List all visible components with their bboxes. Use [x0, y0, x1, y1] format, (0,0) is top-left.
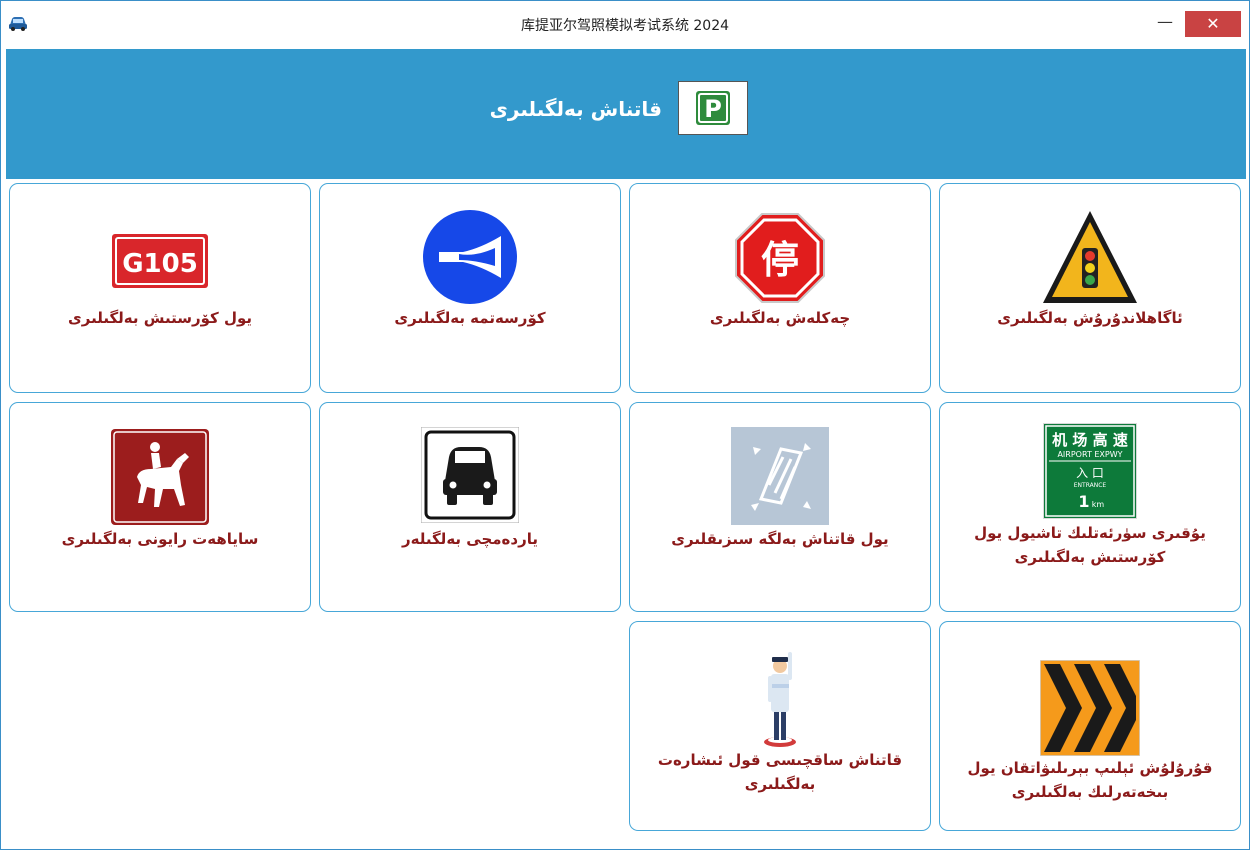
- category-label: ئاگاھلاندۇرۇش بەلگىلىرى: [997, 309, 1183, 327]
- road-marking-icon: [731, 427, 829, 525]
- category-card-construction[interactable]: قۇرۇلۇش ئېلىپ بېرىلىۋاتقان يول بىخەتەرلى…: [939, 621, 1241, 831]
- category-card-instruction[interactable]: كۆرسەتمە بەلگىلىرى: [319, 183, 621, 393]
- category-label: يول كۆرستىش بەلگىلىرى: [68, 309, 252, 327]
- stop-sign-icon: 停: [735, 213, 825, 303]
- category-card-road-marking[interactable]: يول قاتناش بەلگە سىزىقلىرى: [629, 402, 931, 612]
- traffic-light-warning-icon: [1043, 211, 1137, 303]
- horn-sign-icon: [423, 210, 517, 304]
- category-card-guide[interactable]: G105 يول كۆرستىش بەلگىلىرى: [9, 183, 311, 393]
- category-label: چەكلەش بەلگىلىرى: [709, 309, 851, 327]
- header-banner: قاتناش بەلگىلىرى P: [6, 49, 1246, 179]
- entrance-en-label: ENTRANCE: [1074, 482, 1107, 489]
- horse-riding-sign-icon: [111, 429, 209, 525]
- parking-letter: P: [704, 95, 722, 123]
- title-bar: 库提亚尔驾照模拟考试系统 2024 — ✕: [1, 1, 1249, 47]
- minimize-button[interactable]: —: [1147, 11, 1183, 37]
- construction-chevron-icon: [1040, 660, 1140, 756]
- category-card-prohibition[interactable]: 停 چەكلەش بەلگىلىرى: [629, 183, 931, 393]
- category-card-warning[interactable]: ئاگاھلاندۇرۇش بەلگىلىرى: [939, 183, 1241, 393]
- category-label: قاتناش ساقچىسى قول ئىشارەت بەلگىلىرى: [657, 751, 903, 793]
- category-label: كۆرسەتمە بەلگىلىرى: [394, 309, 546, 327]
- entrance-cn-label: 入 口: [1076, 466, 1104, 480]
- category-label: ياردەمچى بەلگىلەر: [401, 530, 538, 548]
- category-card-tourism[interactable]: ساياھەت رايونى بەلگىلىرى: [9, 402, 311, 612]
- expressway-en-name: AIRPORT EXPWY: [1057, 450, 1122, 459]
- category-label: ساياھەت رايونى بەلگىلىرى: [61, 530, 259, 548]
- car-auxiliary-sign-icon: [421, 427, 519, 523]
- close-button[interactable]: ✕: [1185, 11, 1241, 37]
- category-label: يۇقىرى سۈرئەتلىك تاشيول يول كۆرستىش بەلگ…: [974, 524, 1206, 566]
- traffic-police-icon: [764, 652, 796, 747]
- parking-sign-icon: P: [696, 91, 730, 125]
- category-label: يول قاتناش بەلگە سىزىقلىرى: [671, 530, 889, 548]
- category-card-expressway[interactable]: 机 场 高 速 AIRPORT EXPWY 入 口 ENTRANCE 1 km …: [939, 402, 1241, 612]
- category-label: قۇرۇلۇش ئېلىپ بېرىلىۋاتقان يول بىخەتەرلى…: [967, 759, 1213, 801]
- category-card-auxiliary[interactable]: ياردەمچى بەلگىلەر: [319, 402, 621, 612]
- banner-title: قاتناش بەلگىلىرى: [489, 97, 662, 121]
- road-number-sign-icon: G105: [110, 232, 210, 290]
- banner-icon-frame: P: [678, 81, 748, 135]
- expressway-cn-name: 机 场 高 速: [1052, 431, 1128, 449]
- expressway-sign-icon: 机 场 高 速 AIRPORT EXPWY 入 口 ENTRANCE 1 km: [1043, 423, 1137, 519]
- road-number-text: G105: [122, 249, 198, 279]
- distance-unit: km: [1092, 500, 1105, 509]
- stop-sign-text: 停: [761, 238, 799, 282]
- app-window: 库提亚尔驾照模拟考试系统 2024 — ✕ قاتناش بەلگىلىرى P: [0, 0, 1250, 850]
- window-title: 库提亚尔驾照模拟考试系统 2024: [520, 18, 730, 34]
- category-card-police-gesture[interactable]: قاتناش ساقچىسى قول ئىشارەت بەلگىلىرى: [629, 621, 931, 831]
- distance-number: 1: [1078, 492, 1089, 511]
